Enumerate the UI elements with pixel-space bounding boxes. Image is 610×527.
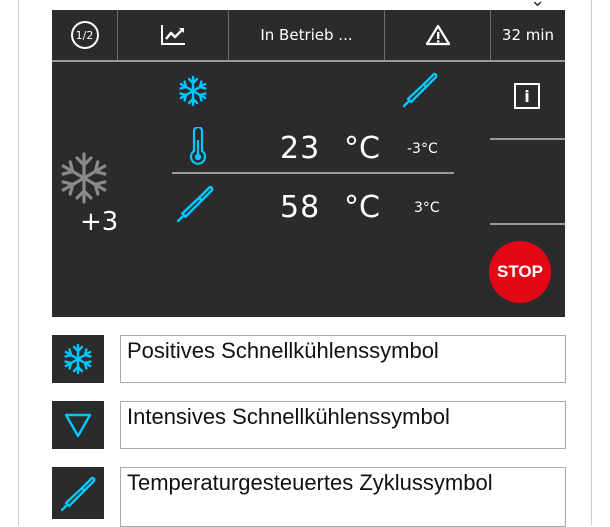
side-divider: [490, 223, 565, 225]
probe-icon: [176, 185, 214, 223]
legend-row: Temperaturgesteuertes Zyklussymbol: [52, 467, 566, 527]
page-indicator-button[interactable]: 1/2: [52, 10, 117, 60]
probe-temperature: 58: [280, 190, 321, 225]
graph-button[interactable]: [118, 10, 228, 60]
page-indicator: 1/2: [70, 21, 99, 49]
legend-icon-box: [52, 335, 104, 383]
snowflake-icon: [61, 152, 107, 204]
legend-text: Temperaturgesteuertes Zyklussymbol: [120, 467, 566, 527]
probe-setpoint: 3°C: [414, 200, 440, 216]
cycle-offset-label: +3: [80, 207, 119, 237]
warning-icon: [425, 24, 450, 46]
snowflake-icon: [64, 343, 92, 375]
legend-icon-box: [52, 401, 104, 449]
legend-text: Intensives Schnellkühlenssymbol: [120, 401, 566, 449]
info-icon: i: [524, 86, 530, 106]
legend-row: Positives Schnellkühlenssymbol: [52, 335, 566, 383]
warning-button[interactable]: [385, 10, 490, 60]
stop-label: STOP: [497, 262, 543, 281]
side-divider: [490, 138, 565, 140]
probe-temperature-unit: °C: [344, 190, 380, 225]
thermometer-icon: [189, 127, 207, 165]
top-bar: 1/2 In Betrieb ... 32 min: [52, 10, 565, 62]
probe-icon: [402, 72, 438, 108]
row-divider: [172, 172, 454, 174]
stop-button[interactable]: STOP: [489, 241, 551, 303]
graph-icon: [161, 25, 185, 45]
chamber-temperature: 23: [280, 131, 321, 166]
legend-text: Positives Schnellkühlenssymbol: [120, 335, 566, 383]
status-text: In Betrieb ...: [260, 26, 353, 44]
timer-display: 32 min: [491, 10, 565, 60]
status-display: In Betrieb ...: [229, 10, 384, 60]
chamber-setpoint: -3°C: [407, 141, 438, 157]
legend-row: Intensives Schnellkühlenssymbol: [52, 401, 566, 449]
snowflake-icon: [179, 75, 207, 107]
legend-icon-box: [52, 467, 104, 519]
remaining-time: 32 min: [501, 26, 555, 44]
probe-icon: [60, 476, 96, 512]
triangle-down-icon: [64, 413, 92, 438]
chamber-temperature-unit: °C: [344, 131, 380, 166]
info-button[interactable]: i: [514, 83, 540, 109]
page-border-right: [591, 0, 592, 526]
page-border-left: [18, 0, 19, 526]
controller-screen: 1/2 In Betrieb ... 32 min i STOP 23 °C -…: [52, 10, 565, 317]
